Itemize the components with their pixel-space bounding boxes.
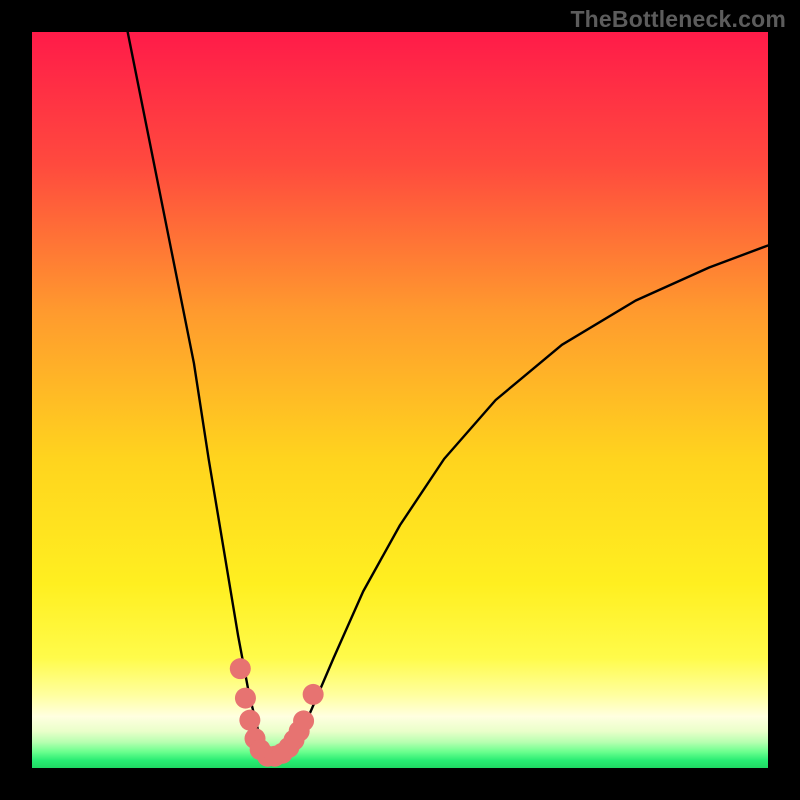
- marker-dot: [235, 688, 256, 709]
- plot-area: [32, 32, 768, 768]
- gradient-background: [32, 32, 768, 768]
- marker-dot: [230, 658, 251, 679]
- marker-dot: [239, 710, 260, 731]
- watermark-text: TheBottleneck.com: [570, 6, 786, 33]
- marker-dot: [293, 710, 314, 731]
- chart-frame: TheBottleneck.com: [0, 0, 800, 800]
- chart-svg: [32, 32, 768, 768]
- marker-dot: [303, 684, 324, 705]
